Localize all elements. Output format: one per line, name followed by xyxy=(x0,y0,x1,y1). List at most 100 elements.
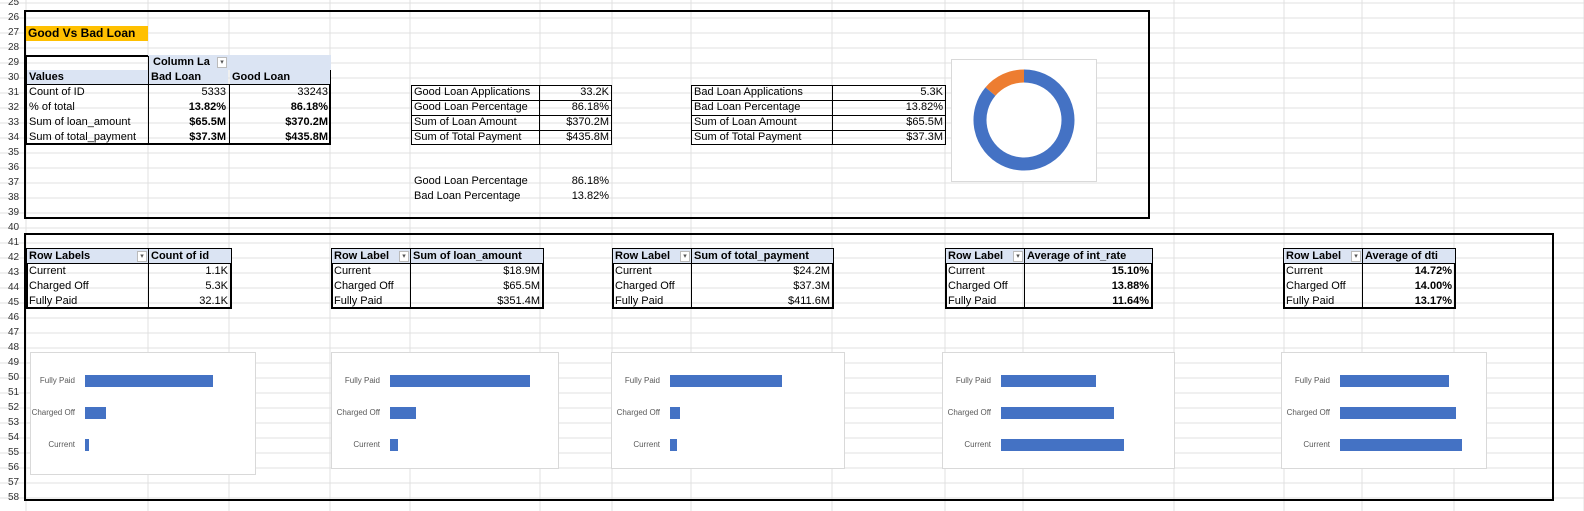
status-row-value[interactable]: 32.1K xyxy=(149,294,230,309)
pivot-bad-value[interactable]: 13.82% xyxy=(149,100,228,115)
bar-current[interactable] xyxy=(1001,439,1124,451)
status-bar-chart[interactable]: Fully Paid Charged Off Current xyxy=(1281,352,1487,469)
status-row-value[interactable]: 14.00% xyxy=(1363,279,1454,294)
row-labels-header[interactable]: Row Label xyxy=(613,249,680,264)
bad-summary-value[interactable]: $65.5M xyxy=(833,115,945,130)
bad-summary-value[interactable]: 13.82% xyxy=(833,100,945,115)
status-row-label[interactable]: Fully Paid xyxy=(332,294,409,309)
bar-current[interactable] xyxy=(1340,439,1462,451)
row-labels-filter-icon[interactable]: ▾ xyxy=(1351,251,1361,262)
status-row-label[interactable]: Charged Off xyxy=(613,279,690,294)
status-row-label[interactable]: Charged Off xyxy=(27,279,147,294)
measure-header[interactable]: Average of dti xyxy=(1363,249,1455,264)
status-row-value[interactable]: $65.5M xyxy=(411,279,542,294)
status-row-value[interactable]: $37.3M xyxy=(692,279,832,294)
pivot-good-value[interactable]: 33243 xyxy=(230,85,330,100)
status-row-label[interactable]: Fully Paid xyxy=(946,294,1023,309)
status-row-label[interactable]: Current xyxy=(946,264,1023,279)
bad-summary-label[interactable]: Sum of Loan Amount xyxy=(692,115,832,130)
pivot-row-label[interactable]: Count of ID xyxy=(27,85,148,100)
bad-summary-value[interactable]: 5.3K xyxy=(833,85,945,100)
pivot-row-label[interactable]: % of total xyxy=(27,100,148,115)
status-bar-chart[interactable]: Fully Paid Charged Off Current xyxy=(30,352,256,475)
pivot-bad-value[interactable]: $65.5M xyxy=(149,115,228,130)
percentage-value[interactable]: 86.18% xyxy=(540,174,611,189)
status-row-label[interactable]: Fully Paid xyxy=(613,294,690,309)
bad-summary-label[interactable]: Bad Loan Percentage xyxy=(692,100,832,115)
bar-charged-off[interactable] xyxy=(670,407,680,419)
status-bar-chart[interactable]: Fully Paid Charged Off Current xyxy=(331,352,559,469)
status-row-value[interactable]: $24.2M xyxy=(692,264,832,279)
row-labels-filter-icon[interactable]: ▾ xyxy=(137,251,147,262)
row-labels-header[interactable]: Row Label xyxy=(1284,249,1351,264)
bar-charged-off[interactable] xyxy=(85,407,106,419)
status-row-value[interactable]: 1.1K xyxy=(149,264,230,279)
percentage-value[interactable]: 13.82% xyxy=(540,189,611,204)
status-row-value[interactable]: 15.10% xyxy=(1025,264,1151,279)
bar-current[interactable] xyxy=(390,439,398,451)
pivot-row-label[interactable]: Sum of total_payment xyxy=(27,130,148,145)
status-row-value[interactable]: 13.88% xyxy=(1025,279,1151,294)
good-summary-value[interactable]: $435.8M xyxy=(540,130,611,145)
status-bar-chart[interactable]: Fully Paid Charged Off Current xyxy=(611,352,845,469)
good-summary-value[interactable]: 33.2K xyxy=(540,85,611,100)
bar-charged-off[interactable] xyxy=(390,407,416,419)
pivot-bad-value[interactable]: 5333 xyxy=(149,85,228,100)
pivot-good-value[interactable]: 86.18% xyxy=(230,100,330,115)
percentage-label[interactable]: Good Loan Percentage xyxy=(412,174,539,189)
status-row-label[interactable]: Fully Paid xyxy=(27,294,147,309)
status-row-label[interactable]: Charged Off xyxy=(1284,279,1361,294)
good-summary-label[interactable]: Good Loan Applications xyxy=(412,85,539,100)
status-row-value[interactable]: 14.72% xyxy=(1363,264,1454,279)
measure-header[interactable]: Average of int_rate xyxy=(1025,249,1152,264)
status-row-label[interactable]: Current xyxy=(27,264,147,279)
pivot-row-label[interactable]: Sum of loan_amount xyxy=(27,115,148,130)
good-summary-label[interactable]: Sum of Loan Amount xyxy=(412,115,539,130)
pivot-bad-value[interactable]: $37.3M xyxy=(149,130,228,145)
column-labels-filter-icon[interactable]: ▾ xyxy=(217,57,227,68)
row-labels-filter-icon[interactable]: ▾ xyxy=(399,251,409,262)
bar-fully-paid[interactable] xyxy=(85,375,213,387)
percentage-label[interactable]: Bad Loan Percentage xyxy=(412,189,539,204)
status-row-value[interactable]: $351.4M xyxy=(411,294,542,309)
bad-summary-label[interactable]: Bad Loan Applications xyxy=(692,85,832,100)
bar-current[interactable] xyxy=(670,439,677,451)
good-summary-label[interactable]: Good Loan Percentage xyxy=(412,100,539,115)
status-row-label[interactable]: Current xyxy=(613,264,690,279)
good-summary-value[interactable]: 86.18% xyxy=(540,100,611,115)
status-bar-chart[interactable]: Fully Paid Charged Off Current xyxy=(942,352,1175,469)
status-row-label[interactable]: Current xyxy=(332,264,409,279)
row-labels-filter-icon[interactable]: ▾ xyxy=(680,251,690,262)
pivot-good-value[interactable]: $370.2M xyxy=(230,115,330,130)
status-row-value[interactable]: $411.6M xyxy=(692,294,832,309)
row-labels-header[interactable]: Row Labels xyxy=(27,249,137,264)
measure-header[interactable]: Count of id xyxy=(149,249,231,264)
good-bad-donut-chart[interactable] xyxy=(951,59,1097,182)
row-labels-filter-icon[interactable]: ▾ xyxy=(1013,251,1023,262)
status-row-value[interactable]: 5.3K xyxy=(149,279,230,294)
bad-summary-value[interactable]: $37.3M xyxy=(833,130,945,145)
bar-charged-off[interactable] xyxy=(1001,407,1114,419)
measure-header[interactable]: Sum of total_payment xyxy=(692,249,833,264)
status-row-label[interactable]: Charged Off xyxy=(332,279,409,294)
bad-summary-label[interactable]: Sum of Total Payment xyxy=(692,130,832,145)
bar-fully-paid[interactable] xyxy=(1340,375,1449,387)
bar-current[interactable] xyxy=(85,439,89,451)
row-number[interactable]: 25 xyxy=(0,0,30,10)
bar-fully-paid[interactable] xyxy=(670,375,782,387)
status-row-label[interactable]: Current xyxy=(1284,264,1361,279)
bar-fully-paid[interactable] xyxy=(390,375,530,387)
pivot-column-labels[interactable]: Column La xyxy=(151,55,216,70)
status-row-value[interactable]: 13.17% xyxy=(1363,294,1454,309)
bar-fully-paid[interactable] xyxy=(1001,375,1096,387)
good-summary-value[interactable]: $370.2M xyxy=(540,115,611,130)
row-labels-header[interactable]: Row Label xyxy=(332,249,399,264)
row-labels-header[interactable]: Row Label xyxy=(946,249,1013,264)
measure-header[interactable]: Sum of loan_amount xyxy=(411,249,543,264)
status-row-value[interactable]: $18.9M xyxy=(411,264,542,279)
pivot-good-value[interactable]: $435.8M xyxy=(230,130,330,145)
donut-slice-bad-loan[interactable] xyxy=(985,69,1025,97)
status-row-label[interactable]: Charged Off xyxy=(946,279,1023,294)
status-row-label[interactable]: Fully Paid xyxy=(1284,294,1361,309)
status-row-value[interactable]: 11.64% xyxy=(1025,294,1151,309)
